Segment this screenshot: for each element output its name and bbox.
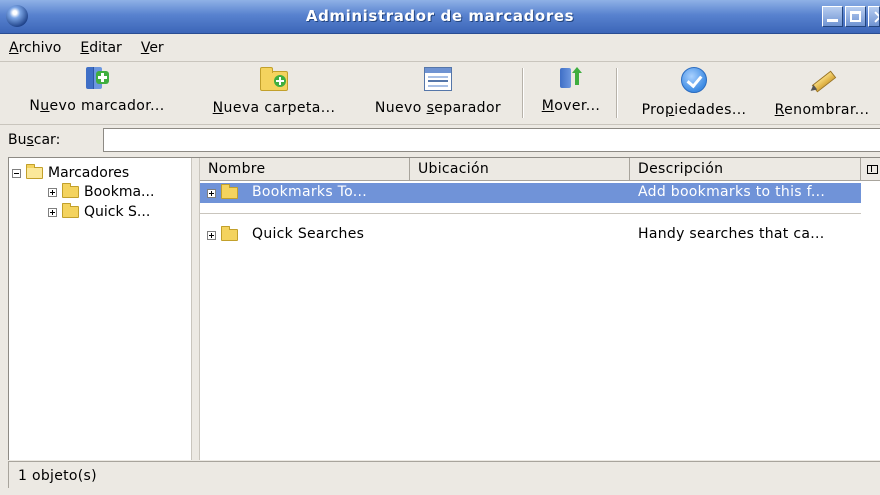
properties-button[interactable]: Propiedades... [624,64,764,122]
main-area: Marcadores Bookma... Quick S... Nombre U… [8,157,880,460]
tree-item-bookmarks-toolbar[interactable]: Bookma... [48,182,154,202]
rename-label: Renombrar... [774,102,870,118]
new-folder-label: Nueva carpeta... [212,100,336,116]
move-icon [560,67,582,89]
bookmark-list[interactable]: Nombre Ubicación Descripción Bookmarks T… [200,158,880,460]
toolbar: Nuevo marcador... Nueva carpeta... Nuevo… [0,62,880,125]
new-folder-icon [260,67,288,91]
window-controls [820,6,880,28]
folder-icon [62,183,79,198]
list-row-bookmarks-toolbar[interactable]: Bookmarks To... Add bookmarks to this f.… [200,183,861,203]
folder-icon [221,184,238,199]
list-row-quick-searches[interactable]: Quick Searches Handy searches that ca... [200,225,861,245]
menu-archivo[interactable]: Archivo [9,40,61,56]
properties-label: Propiedades... [641,102,747,118]
new-bookmark-button[interactable]: Nuevo marcador... [4,64,190,122]
folder-tree[interactable]: Marcadores Bookma... Quick S... [9,158,191,460]
expand-icon[interactable] [48,207,57,217]
menu-archivo-mnemonic: A [9,39,19,56]
properties-check-icon [681,67,707,93]
move-label: Mover... [541,98,601,114]
column-header-nombre[interactable]: Nombre [200,158,410,181]
new-folder-button[interactable]: Nueva carpeta... [196,64,352,122]
tree-item-label: Bookma... [84,184,155,200]
cell-description: Add bookmarks to this f... [638,184,826,200]
collapse-icon[interactable] [12,168,21,178]
new-separator-icon [424,67,452,91]
row-name-wrap [207,226,243,241]
toolbar-separator [616,68,618,118]
cell-name: Bookmarks To... [252,184,368,200]
menu-ver[interactable]: Ver [141,40,164,56]
menu-bar: Archivo Editar Ver [0,34,880,62]
folder-icon [221,226,238,241]
maximize-button[interactable] [845,6,866,27]
row-name-wrap [207,184,243,199]
separator-row[interactable] [200,213,861,214]
pane-splitter[interactable] [191,158,200,460]
tree-item-label: Quick S... [84,204,151,220]
new-separator-label: Nuevo separador [374,100,502,116]
new-separator-button[interactable]: Nuevo separador [358,64,518,122]
rename-pencil-icon [808,67,836,93]
search-input[interactable] [103,128,880,152]
window-frame-left [0,157,8,495]
new-bookmark-icon [86,67,109,89]
move-button[interactable]: Mover... [530,64,612,122]
cell-name: Quick Searches [252,226,365,242]
title-bar[interactable]: Administrador de marcadores [0,0,880,34]
column-header-ubicacion[interactable]: Ubicación [410,158,630,181]
tree-item-marcadores[interactable]: Marcadores [12,163,129,183]
tree-item-label: Marcadores [48,165,130,181]
column-picker-icon[interactable] [861,158,880,181]
folder-icon [62,203,79,218]
menu-archivo-label: rchivo [18,39,62,56]
window-title: Administrador de marcadores [305,7,575,25]
column-header-descripcion[interactable]: Descripción [630,158,861,181]
menu-editar-mnemonic: E [80,39,90,56]
folder-open-icon [26,164,43,179]
status-text: 1 objeto(s) [18,468,97,484]
status-bar: 1 objeto(s) [8,461,880,488]
search-label: Buscar: [8,132,61,148]
cell-description: Handy searches that ca... [638,226,825,242]
expand-icon[interactable] [48,187,57,197]
menu-editar-label: ditar [89,39,122,56]
minimize-button[interactable] [822,6,843,27]
search-bar: Buscar: [0,125,880,156]
tree-item-quick-searches[interactable]: Quick S... [48,202,150,222]
menu-ver-label: er [149,39,164,56]
toolbar-separator [522,68,524,118]
expand-icon[interactable] [207,230,216,240]
rename-button[interactable]: Renombrar... [766,64,878,122]
expand-icon[interactable] [207,188,216,198]
new-bookmark-label: Nuevo marcador... [29,98,165,114]
close-button[interactable] [868,6,880,27]
menu-editar[interactable]: Editar [80,40,121,56]
